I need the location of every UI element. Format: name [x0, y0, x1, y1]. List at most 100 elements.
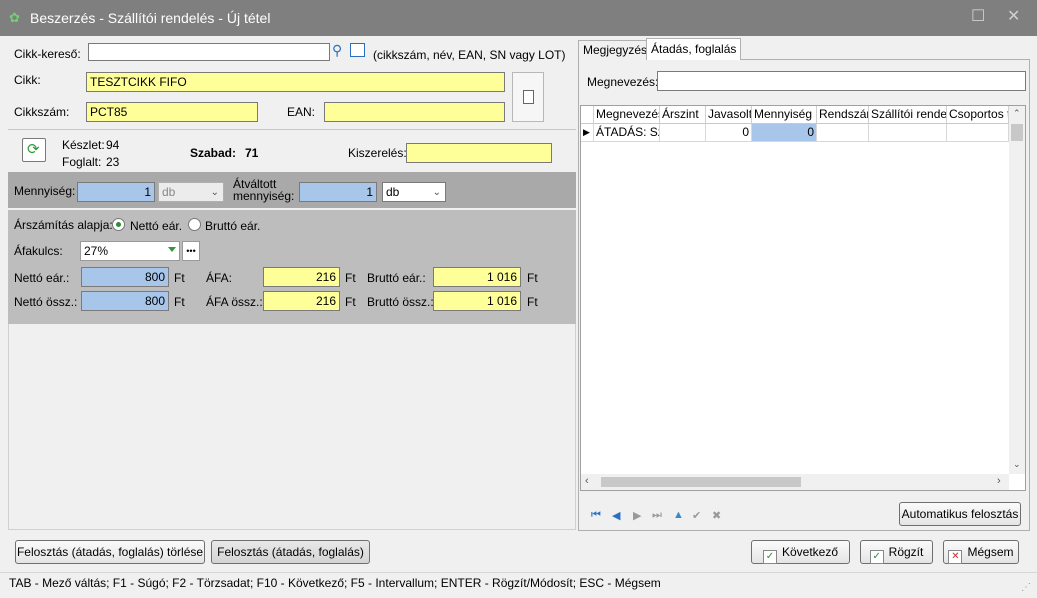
horizontal-scrollbar[interactable]: ‹ ›	[581, 474, 1009, 490]
grid-header[interactable]: Árszint	[660, 106, 706, 124]
radio-gross-label: Bruttó eár.	[205, 219, 261, 233]
currency-label: Ft	[345, 295, 356, 309]
check-icon: ✓	[869, 550, 884, 564]
gross-total-label: Bruttó össz.:	[367, 295, 434, 309]
net-unit-price-field[interactable]: 800	[81, 267, 169, 287]
cancel-record-icon[interactable]: ✖	[712, 509, 721, 522]
table-cell[interactable]	[947, 124, 1009, 142]
table-cell[interactable]	[869, 124, 947, 142]
article-code-field[interactable]: PCT85	[86, 102, 258, 122]
chevron-down-icon: ⌄	[210, 187, 219, 198]
currency-label: Ft	[527, 271, 538, 285]
scrollbar-thumb[interactable]	[601, 477, 801, 487]
refresh-icon: ⟳	[27, 141, 40, 158]
document-button[interactable]	[512, 72, 544, 122]
currency-label: Ft	[527, 295, 538, 309]
status-text: TAB - Mező váltás; F1 - Súgó; F2 - Törzs…	[9, 576, 661, 590]
cancel-icon: ✕	[948, 550, 963, 564]
prev-record-icon[interactable]: ◀	[612, 509, 620, 522]
table-cell[interactable]: ÁTADÁS: Sze	[594, 124, 660, 142]
quantity-unit-select[interactable]: db ⌄	[158, 182, 224, 202]
scroll-left-icon[interactable]: ‹	[585, 475, 589, 487]
allocation-grid[interactable]: Megnevezés Árszint Javasolt Mennyiség Re…	[580, 105, 1026, 491]
status-bar: TAB - Mező váltás; F1 - Súgó; F2 - Törzs…	[0, 572, 1037, 596]
vat-more-button[interactable]: •••	[182, 241, 200, 261]
post-record-icon[interactable]: ✔	[692, 509, 701, 522]
scrollbar-thumb[interactable]	[1011, 124, 1023, 141]
search-hint: (cikkszám, név, EAN, SN vagy LOT)	[373, 48, 566, 62]
ean-label: EAN:	[287, 105, 316, 119]
table-cell[interactable]	[817, 124, 869, 142]
table-cell[interactable]	[660, 124, 706, 142]
maximize-icon[interactable]: ☐	[971, 8, 985, 26]
converted-unit-select[interactable]: db ⌄	[382, 182, 446, 202]
check-icon: ✓	[762, 550, 777, 564]
vat-rate-value: 27%	[84, 244, 109, 258]
resize-grip-icon[interactable]: ⋰	[1021, 577, 1031, 598]
next-record-icon[interactable]: ▶	[633, 509, 641, 522]
calendar-icon[interactable]	[350, 43, 365, 57]
search-input[interactable]	[88, 43, 330, 61]
next-button[interactable]: ✓ Következő	[751, 540, 850, 564]
radio-net-label: Nettó eár.	[130, 219, 183, 233]
gross-total-field[interactable]: 1 016	[433, 291, 521, 311]
vat-amount-label: ÁFA:	[206, 271, 233, 285]
close-icon[interactable]: ✕	[1007, 8, 1020, 26]
title-bar: ✿ Beszerzés - Szállítói rendelés - Új té…	[0, 0, 1037, 36]
vat-rate-select[interactable]: 27%	[80, 241, 180, 261]
quantity-label: Mennyiség:	[14, 184, 76, 198]
vat-total-field[interactable]: 216	[263, 291, 340, 311]
next-button-label: Következő	[781, 545, 839, 559]
save-button-label: Rögzít	[888, 545, 924, 559]
cancel-button[interactable]: ✕ Mégsem	[943, 540, 1019, 564]
table-cell[interactable]: 0	[752, 124, 817, 142]
quantity-field[interactable]: 1	[77, 182, 155, 202]
ean-field[interactable]	[324, 102, 505, 122]
vat-total-label: ÁFA össz.:	[206, 295, 263, 309]
scroll-up-icon[interactable]: ⌃	[1013, 108, 1021, 119]
row-indicator-icon: ▶	[581, 124, 594, 142]
tab-transfer-reservation[interactable]: Átadás, foglalás	[646, 38, 742, 60]
net-total-field[interactable]: 800	[81, 291, 169, 311]
tab-note[interactable]: Megjegyzés	[578, 40, 653, 60]
save-button[interactable]: ✓ Rögzít	[860, 540, 933, 564]
right-name-field[interactable]	[657, 71, 1026, 91]
delete-split-button[interactable]: Felosztás (átadás, foglalás) törlése	[15, 540, 205, 564]
refresh-button[interactable]: ⟳	[22, 138, 46, 162]
free-label: Szabad:	[190, 146, 237, 160]
packaging-field[interactable]	[406, 143, 552, 163]
automatic-split-button[interactable]: Automatikus felosztás	[899, 502, 1021, 526]
pricing-basis-label: Árszámítás alapja:	[14, 218, 113, 232]
vertical-scrollbar[interactable]: ⌃ ⌄	[1009, 106, 1025, 474]
search-icon[interactable]: ⚲	[332, 42, 342, 59]
net-total-label: Nettó össz.:	[14, 295, 78, 309]
stock-value: 94	[106, 138, 120, 152]
grid-header[interactable]: Mennyiség	[752, 106, 817, 124]
grid-header[interactable]: Javasolt	[706, 106, 752, 124]
converted-quantity-field[interactable]: 1	[299, 182, 377, 202]
radio-gross[interactable]	[188, 218, 201, 231]
article-name-label: Cikk:	[14, 73, 41, 87]
insert-record-icon[interactable]: ▲	[673, 509, 684, 521]
grid-header[interactable]: Szállítói rendelé	[869, 106, 947, 124]
converted-unit-value: db	[386, 185, 400, 199]
gross-unit-price-field[interactable]: 1 016	[433, 267, 521, 287]
grid-header[interactable]: Megnevezés	[594, 106, 660, 124]
last-record-icon[interactable]: ⏭	[652, 509, 662, 522]
table-cell[interactable]: 0	[706, 124, 752, 142]
radio-net[interactable]	[112, 218, 125, 231]
article-name-field[interactable]: TESZTCIKK FIFO	[86, 72, 505, 92]
scroll-down-icon[interactable]: ⌄	[1013, 459, 1021, 470]
scroll-right-icon[interactable]: ›	[997, 475, 1001, 487]
split-button[interactable]: Felosztás (átadás, foglalás)	[211, 540, 370, 564]
reserved-value: 23	[106, 155, 120, 169]
vat-rate-label: Áfakulcs:	[14, 244, 63, 258]
grid-header[interactable]: Rendszám	[817, 106, 869, 124]
dropdown-arrow-icon	[168, 247, 176, 252]
grid-header[interactable]: Csoportos te	[947, 106, 1009, 124]
vat-amount-field[interactable]: 216	[263, 267, 340, 287]
first-record-icon[interactable]: ⏮	[591, 509, 601, 522]
free-value: 71	[245, 146, 259, 160]
quantity-unit-value: db	[162, 185, 176, 199]
currency-label: Ft	[174, 271, 185, 285]
